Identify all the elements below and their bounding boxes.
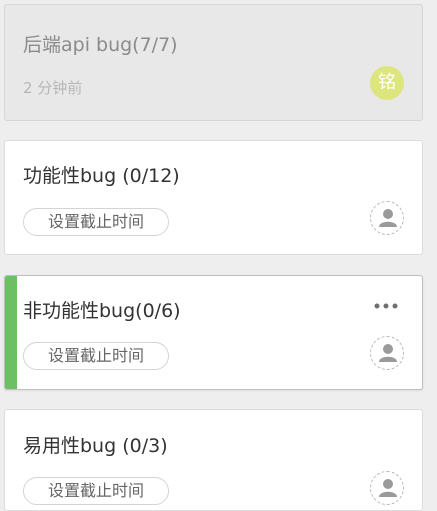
task-card-backend-api[interactable]: 后端api bug(7/7) 2 分钟前 铭 xyxy=(4,4,423,121)
task-title: 后端api bug(7/7) xyxy=(23,34,178,56)
task-list: 后端api bug(7/7) 2 分钟前 铭 功能性bug (0/12) 设置截… xyxy=(0,0,437,511)
task-title: 易用性bug (0/3) xyxy=(23,435,168,457)
set-deadline-button[interactable]: 设置截止时间 xyxy=(23,477,169,505)
set-deadline-button[interactable]: 设置截止时间 xyxy=(23,342,169,370)
user-placeholder-icon xyxy=(379,479,397,497)
task-card-usability[interactable]: 易用性bug (0/3) 设置截止时间 xyxy=(4,409,423,511)
more-horizontal-icon[interactable] xyxy=(371,299,401,313)
assignee-button[interactable] xyxy=(370,201,404,235)
task-title: 功能性bug (0/12) xyxy=(23,165,180,187)
user-placeholder-icon xyxy=(379,344,397,362)
set-deadline-button[interactable]: 设置截止时间 xyxy=(23,208,169,236)
task-card-functional[interactable]: 功能性bug (0/12) 设置截止时间 xyxy=(4,140,423,255)
user-placeholder-icon xyxy=(379,209,397,227)
active-indicator xyxy=(5,276,17,389)
assignee-button[interactable] xyxy=(370,471,404,505)
task-card-non-functional[interactable]: 非功能性bug(0/6) 设置截止时间 xyxy=(4,275,423,390)
user-avatar[interactable]: 铭 xyxy=(370,66,404,100)
task-updated-time: 2 分钟前 xyxy=(23,79,83,97)
assignee-button[interactable] xyxy=(370,336,404,370)
task-title: 非功能性bug(0/6) xyxy=(23,300,181,322)
